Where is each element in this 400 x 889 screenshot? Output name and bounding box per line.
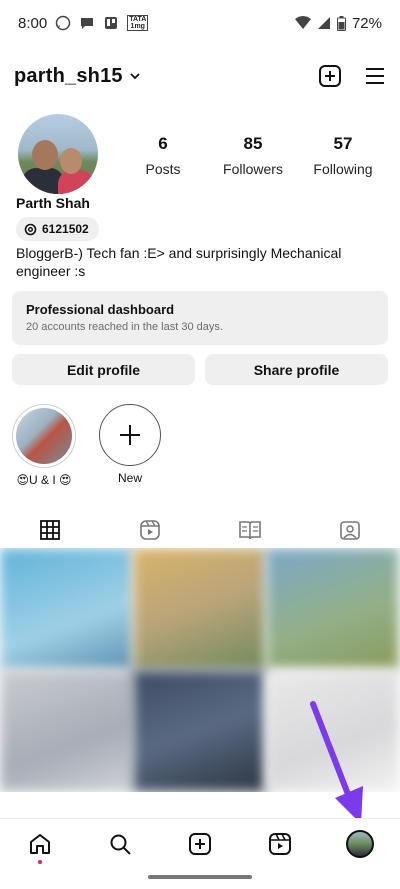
tata-1mg-icon: TATA 1mg [127,15,149,31]
threads-badge[interactable]: 6121502 [16,217,99,241]
header-actions [318,64,386,88]
bio: BloggerB-) Tech fan :E> and surprisingly… [16,245,342,279]
professional-dashboard[interactable]: Professional dashboard 20 accounts reach… [12,291,388,345]
edit-profile-button[interactable]: Edit profile [12,354,195,385]
whatsapp-icon [55,15,71,31]
stat-posts[interactable]: 6 Posts [118,134,208,177]
menu-icon[interactable] [364,66,386,86]
stat-posts-label: Posts [145,161,181,177]
new-highlight-circle [99,404,161,466]
stat-followers[interactable]: 85 Followers [208,134,298,177]
tab-reels[interactable] [100,512,200,548]
highlight-ring [12,404,76,468]
chevron-down-icon[interactable] [129,70,141,82]
chat-icon [81,18,94,29]
profile-avatar[interactable] [18,114,98,194]
nav-home[interactable] [0,819,80,868]
nav-search[interactable] [80,819,160,868]
new-highlight-button[interactable]: New [96,404,164,487]
post-thumbnail[interactable] [133,670,266,792]
tab-tagged[interactable] [300,512,400,548]
profile-avatar-small [346,829,374,858]
plus-icon [120,425,140,445]
grid-icon [40,520,60,540]
story-highlights: 😍U & I 😍 New [10,404,164,487]
profile-stats: 6 Posts 85 Followers 57 Following [118,134,388,177]
post-thumbnail[interactable] [266,670,399,792]
tab-guides[interactable] [200,512,300,548]
bottom-navigation [0,818,400,868]
highlight-thumbnail [16,408,72,464]
wifi-icon [294,16,311,29]
display-name: Parth Shah [16,195,90,211]
avatar-person-2-face [60,148,82,174]
search-icon [110,834,131,855]
stat-following-label: Following [313,161,373,177]
nav-reels[interactable] [240,819,320,868]
professional-dashboard-title: Professional dashboard [26,302,175,317]
create-post-icon[interactable] [318,64,342,88]
highlight-item[interactable]: 😍U & I 😍 [10,404,78,487]
trello-icon [105,17,118,29]
status-right: 72% [294,14,382,32]
posts-grid [0,548,400,792]
profile-content-tabs [0,512,400,548]
avatar-person-2-body [58,170,94,194]
signal-icon [317,17,330,29]
tab-posts-grid[interactable] [0,512,100,548]
post-thumbnail[interactable] [133,548,266,670]
profile-header: parth_sh15 [14,56,386,96]
reels-nav-icon [269,832,291,855]
create-icon [189,832,211,855]
battery-percent: 72% [351,14,382,32]
status-bar: 8:00 TATA 1mg 72% [0,0,400,46]
status-left: 8:00 TATA 1mg [18,14,149,32]
highlight-label: 😍U & I 😍 [16,473,72,487]
system-home-indicator[interactable] [148,875,252,879]
username[interactable]: parth_sh15 [14,65,123,88]
post-thumbnail[interactable] [0,548,133,670]
threads-id: 6121502 [42,222,89,236]
status-time: 8:00 [18,14,48,32]
threads-icon [24,223,37,235]
post-thumbnail[interactable] [266,548,399,670]
stat-following-value: 57 [333,134,353,153]
new-highlight-label: New [117,471,142,485]
guides-icon [239,521,261,540]
professional-dashboard-subtitle: 20 accounts reached in the last 30 days. [26,321,223,333]
stat-followers-value: 85 [243,134,263,153]
home-icon [30,833,50,854]
stat-followers-label: Followers [223,161,283,177]
battery-icon [336,15,346,31]
post-thumbnail[interactable] [0,670,133,792]
reels-icon [140,520,160,540]
stat-following[interactable]: 57 Following [298,134,388,177]
nav-profile[interactable] [320,819,400,868]
avatar-person-1-face [32,140,58,170]
profile-action-buttons: Edit profile Share profile [12,354,388,385]
notification-dot [38,860,42,864]
tagged-icon [340,521,360,540]
share-profile-button[interactable]: Share profile [205,354,388,385]
nav-create[interactable] [160,819,240,868]
stat-posts-value: 6 [158,134,168,153]
